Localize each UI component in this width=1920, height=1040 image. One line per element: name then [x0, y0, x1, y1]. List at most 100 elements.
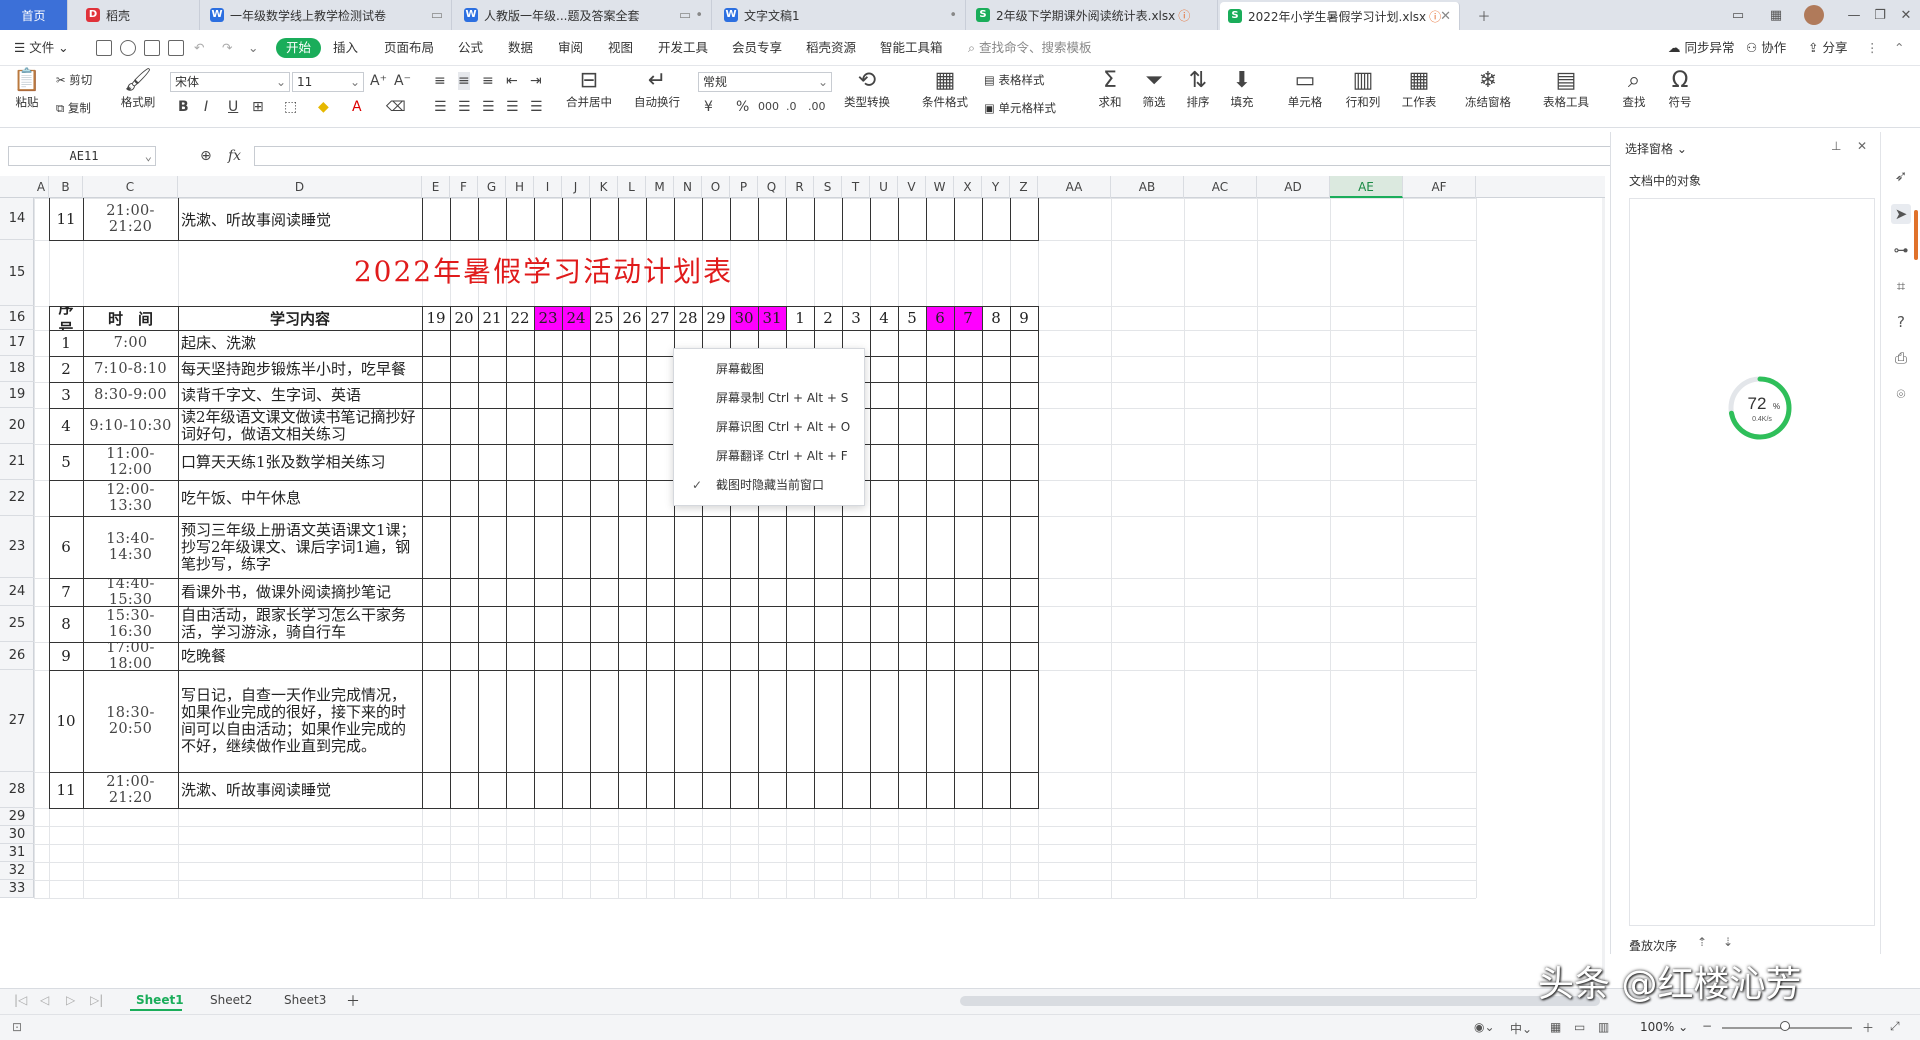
share-button[interactable]: ⇪ 分享	[1808, 38, 1847, 58]
italic-icon[interactable]: I	[204, 98, 208, 116]
window-layout-icon[interactable]: ▭	[1720, 0, 1756, 30]
column-header-i[interactable]: I	[534, 176, 562, 198]
header-day[interactable]: 30	[733, 306, 755, 330]
normal-view-icon[interactable]: ▦	[1550, 1020, 1561, 1034]
header-day[interactable]: 27	[649, 306, 671, 330]
collapse-ribbon-icon[interactable]: ⌃	[1894, 38, 1904, 58]
cell-content[interactable]: 读背千字文、生字词、英语	[181, 382, 419, 408]
filter-button[interactable]: ⏷ 筛选	[1134, 68, 1174, 110]
cursor-select-icon[interactable]: ➤	[1891, 204, 1911, 224]
grid-apps-icon[interactable]: ▦	[1758, 0, 1794, 30]
menu-data[interactable]: 数据	[508, 38, 533, 58]
zoom-in-icon[interactable]: ＋	[1862, 1019, 1874, 1036]
menu-item-screenshot[interactable]: 屏幕截图	[674, 355, 864, 383]
header-day[interactable]: 28	[677, 306, 699, 330]
function-icon[interactable]: fx	[228, 147, 241, 165]
align-center-icon[interactable]: ☰	[458, 98, 471, 116]
file-menu[interactable]: ☰ 文件 ⌄	[14, 38, 69, 58]
column-header-a[interactable]: A	[34, 176, 49, 198]
redo-icon[interactable]: ↷	[222, 38, 232, 58]
header-day[interactable]: 19	[425, 306, 447, 330]
column-header-l[interactable]: L	[618, 176, 646, 198]
zoom-formula-icon[interactable]: ⊕	[200, 147, 212, 165]
number-format-select[interactable]: 常规 ⌄	[698, 72, 832, 92]
freeze-panes-button[interactable]: ❄ 冻结窗格	[1458, 68, 1518, 110]
print-icon[interactable]	[144, 40, 160, 56]
cell-content[interactable]: 起床、洗漱	[181, 330, 419, 356]
header-content[interactable]: 学习内容	[181, 306, 419, 330]
row-header-19[interactable]: 19	[0, 382, 34, 408]
cell-time[interactable]: 21:00-21:20	[86, 772, 175, 808]
customize-quick-access-icon[interactable]: ⌄	[248, 38, 258, 58]
menu-insert[interactable]: 插入	[333, 38, 358, 58]
row-header-18[interactable]: 18	[0, 356, 34, 382]
header-day[interactable]: 1	[789, 306, 811, 330]
header-day[interactable]: 26	[621, 306, 643, 330]
row-header-31[interactable]: 31	[0, 844, 34, 862]
align-left-icon[interactable]: ☰	[434, 98, 447, 116]
page-layout-view-icon[interactable]: ▭	[1574, 1020, 1585, 1034]
decrease-decimal-icon[interactable]: .00	[808, 98, 826, 116]
next-sheet-icon[interactable]: ▷	[66, 993, 75, 1007]
column-header-r[interactable]: R	[786, 176, 814, 198]
header-day[interactable]: 6	[929, 306, 951, 330]
tab-document[interactable]: W 文字文稿1 •	[716, 0, 966, 30]
first-sheet-icon[interactable]: |◁	[14, 993, 27, 1007]
row-header-23[interactable]: 23	[0, 516, 34, 578]
tab-docer[interactable]: D 稻壳	[78, 0, 200, 30]
clear-format-icon[interactable]: ⌫	[386, 98, 406, 116]
header-day[interactable]: 22	[509, 306, 531, 330]
adjust-icon[interactable]: ⊶	[1891, 240, 1911, 260]
column-header-af[interactable]: AF	[1403, 176, 1476, 198]
cell-style-button[interactable]: ▣ 单元格样式	[984, 100, 1056, 116]
table-tools-button[interactable]: ▤ 表格工具	[1536, 68, 1596, 110]
align-bottom-icon[interactable]: ≡	[482, 72, 494, 90]
tab-dot-icon[interactable]: •	[949, 8, 957, 23]
tab-pin-icon[interactable]: ▭ •	[679, 8, 703, 23]
sum-button[interactable]: Σ 求和	[1090, 68, 1130, 110]
save-icon[interactable]	[96, 40, 112, 56]
header-seq-no[interactable]: 序号	[52, 306, 80, 330]
column-header-x[interactable]: X	[954, 176, 982, 198]
objects-list[interactable]	[1629, 198, 1875, 926]
tab-spreadsheet-active[interactable]: S 2022年小学生暑假学习计划.xlsx ⓘ ✕	[1220, 2, 1460, 30]
conditional-format-button[interactable]: ▦ 条件格式	[912, 68, 978, 110]
cell-content[interactable]: 洗漱、听故事阅读睡觉	[181, 198, 419, 240]
increase-font-icon[interactable]: A⁺	[370, 72, 387, 90]
sheet-tab-sheet1[interactable]: Sheet1	[136, 993, 184, 1007]
column-header-c[interactable]: C	[83, 176, 178, 198]
zoom-out-icon[interactable]: −	[1702, 1019, 1712, 1033]
tab-spreadsheet[interactable]: S 2年级下学期课外阅读统计表.xlsx ⓘ	[968, 0, 1218, 30]
row-header-25[interactable]: 25	[0, 606, 34, 642]
pin-location-icon[interactable]: ⌾	[1891, 384, 1911, 404]
column-header-ab[interactable]: AB	[1111, 176, 1184, 198]
header-day[interactable]: 4	[873, 306, 895, 330]
row-header-27[interactable]: 27	[0, 670, 34, 772]
new-tab-icon[interactable]: ＋	[1466, 0, 1502, 30]
close-window-icon[interactable]: ✕	[1888, 0, 1920, 30]
header-time[interactable]: 时 间	[86, 306, 175, 330]
column-header-e[interactable]: E	[422, 176, 450, 198]
cell-content[interactable]: 每天坚持跑步锻炼半小时，吃早餐	[181, 356, 419, 382]
align-middle-icon[interactable]: ≡	[458, 72, 470, 90]
column-header-ae[interactable]: AE	[1330, 176, 1403, 198]
justify-icon[interactable]: ☰	[506, 98, 519, 116]
column-header-q[interactable]: Q	[758, 176, 786, 198]
crop-icon[interactable]: ⌗	[1891, 276, 1911, 296]
zoom-level[interactable]: 100% ⌄	[1640, 1020, 1688, 1034]
column-header-p[interactable]: P	[730, 176, 758, 198]
cell-time[interactable]: 8:30-9:00	[86, 382, 175, 408]
formula-input[interactable]	[254, 146, 1614, 166]
cell-seq-no[interactable]: 5	[52, 444, 80, 480]
tab-document[interactable]: W 一年级数学线上教学检测试卷 ▭	[202, 0, 452, 30]
border-icon[interactable]: ⊞	[252, 98, 264, 116]
menu-view[interactable]: 视图	[608, 38, 633, 58]
menu-smart-toolbox[interactable]: 智能工具箱	[880, 38, 943, 58]
column-header-g[interactable]: G	[478, 176, 506, 198]
header-day[interactable]: 7	[957, 306, 979, 330]
macro-record-icon[interactable]: ⊡	[12, 1020, 22, 1034]
column-header-j[interactable]: J	[562, 176, 590, 198]
copy-button[interactable]: ⧉ 复制	[56, 100, 91, 116]
cut-button[interactable]: ✂ 剪切	[56, 72, 92, 88]
prev-sheet-icon[interactable]: ◁	[40, 993, 49, 1007]
